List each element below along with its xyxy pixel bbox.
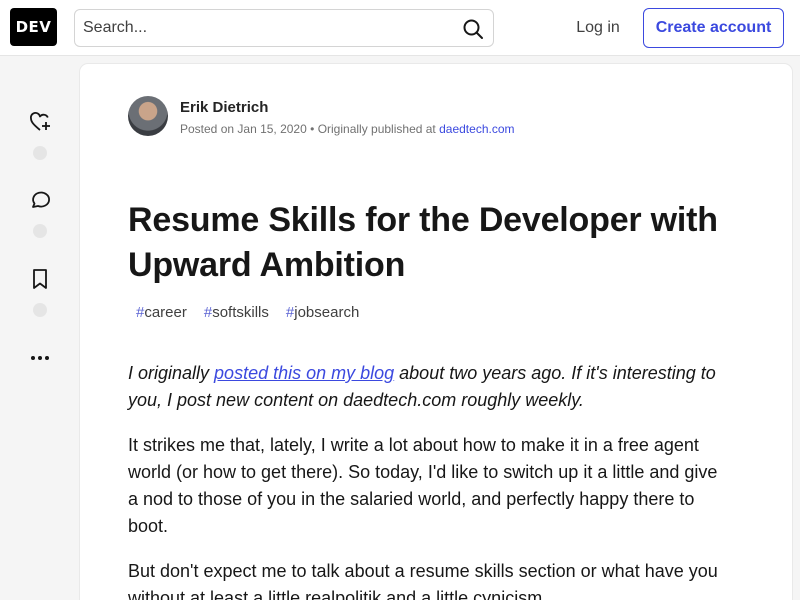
dev-logo[interactable]: DEV [10,8,57,46]
post-meta: Posted on Jan 15, 2020 • Originally publ… [180,122,515,136]
reaction-heart-button[interactable] [24,110,56,160]
search-icon[interactable] [461,17,485,41]
comment-count [33,224,47,238]
search-input[interactable] [83,10,453,46]
tag-hash: # [203,304,213,321]
tag-hash: # [285,304,295,321]
heart-plus-icon [30,112,50,131]
meta-separator: • [310,122,315,136]
blog-link[interactable]: posted this on my blog [214,363,394,383]
intro-text-start: I originally [128,363,215,383]
bookmark-count [33,303,47,317]
comment-icon [32,191,50,208]
bookmark-icon [33,269,47,289]
tag-jobsearch[interactable]: #jobsearch [278,302,367,323]
author-avatar[interactable] [128,96,168,136]
more-icon[interactable] [28,346,52,370]
login-link[interactable]: Log in [562,9,634,47]
author-name[interactable]: Erik Dietrich [180,99,268,116]
comments-button[interactable] [24,188,56,238]
body-paragraph-2: But don't expect me to talk about a resu… [128,561,718,600]
tag-label: career [144,304,187,321]
posted-label: Posted on [180,122,235,136]
intro-paragraph: I originally posted this on my blog abou… [128,360,728,414]
post-date: Jan 15, 2020 [237,122,307,136]
tag-label: softskills [212,304,269,321]
tag-career[interactable]: #career [128,302,195,323]
tag-list: #career #softskills #jobsearch [128,302,368,323]
originally-published-label: Originally published at [317,122,436,136]
article-title: Resume Skills for the Developer with Upw… [128,201,718,284]
tag-label: jobsearch [294,304,360,321]
top-header: DEV Log in Create account [0,0,800,56]
body-paragraph-1: It strikes me that, lately, I write a lo… [128,435,718,536]
search-box[interactable] [74,9,494,47]
create-account-button[interactable]: Create account [643,8,784,48]
tag-softskills[interactable]: #softskills [196,302,277,323]
source-link[interactable]: daedtech.com [439,122,514,136]
reaction-count [33,146,47,160]
bookmark-button[interactable] [24,267,56,317]
